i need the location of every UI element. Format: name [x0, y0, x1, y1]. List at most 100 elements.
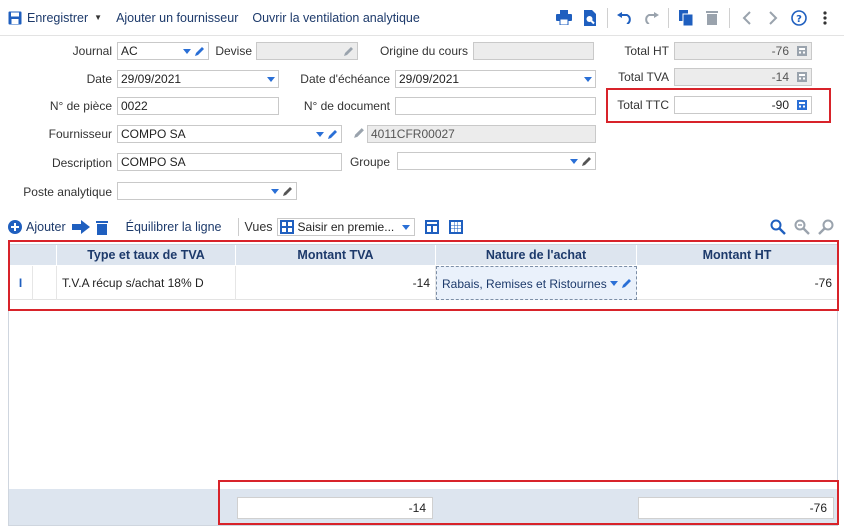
echeance-label: Date d'échéance: [300, 72, 390, 86]
total-ht-label: Total HT: [624, 44, 669, 58]
grid-layout-icon[interactable]: [448, 220, 463, 234]
footer-total-tva: -14: [237, 497, 433, 519]
save-label: Enregistrer: [27, 10, 89, 25]
column-header-nature-achat[interactable]: Nature de l'achat: [436, 245, 637, 265]
description-label: Description: [51, 156, 112, 170]
analytic-post-select[interactable]: [117, 182, 297, 200]
save-icon: [8, 11, 22, 24]
plus-circle-icon: [8, 220, 22, 234]
journal-label: Journal: [72, 44, 112, 58]
chevron-down-icon[interactable]: [271, 188, 279, 194]
views-label: Vues: [244, 220, 273, 234]
calculator-icon: [797, 46, 807, 56]
edit-pencil-icon[interactable]: [581, 156, 592, 167]
grid-footer: -14 -76: [9, 489, 837, 525]
group-select[interactable]: [397, 152, 596, 170]
column-header-montant-ht[interactable]: Montant HT: [637, 245, 837, 265]
balance-line-button[interactable]: Équilibrer la ligne: [126, 220, 222, 234]
due-date-field[interactable]: 29/09/2021: [395, 70, 596, 88]
account-edit-pencil-icon: [354, 128, 364, 138]
zoom-out-icon[interactable]: [794, 219, 810, 235]
cell-montant-tva[interactable]: -14: [236, 266, 436, 300]
grid-toolbar: Ajouter Équilibrer la ligne Vues Saisir …: [8, 214, 838, 240]
supplier-account-field: 4011CFR00027: [367, 125, 596, 143]
total-tva-field: -14: [674, 68, 812, 86]
origine-label: Origine du cours: [379, 44, 468, 58]
more-options-icon[interactable]: [814, 7, 836, 29]
edit-pencil-icon: [344, 46, 353, 56]
print-preview-icon[interactable]: [579, 7, 601, 29]
undo-icon[interactable]: [614, 7, 636, 29]
grid-header: Type et taux de TVA Montant TVA Nature d…: [9, 245, 837, 265]
add-line-button[interactable]: Ajouter: [8, 220, 66, 234]
edit-pencil-icon[interactable]: [194, 46, 205, 57]
origine-field: [473, 42, 594, 60]
arrow-right-icon[interactable]: [71, 220, 90, 234]
help-icon[interactable]: ?: [788, 7, 810, 29]
vat-lines-grid: Type et taux de TVA Montant TVA Nature d…: [8, 244, 838, 526]
edit-pencil-icon[interactable]: [282, 186, 293, 197]
document-label: N° de document: [303, 99, 390, 113]
column-header-montant-tva[interactable]: Montant TVA: [236, 245, 436, 265]
chevron-down-icon[interactable]: [183, 48, 191, 54]
toolbar-divider: [729, 7, 730, 28]
edit-pencil-icon[interactable]: [621, 278, 632, 289]
devise-field: [256, 42, 358, 60]
piece-number-field[interactable]: 0022: [117, 97, 279, 115]
document-number-field[interactable]: [395, 97, 596, 115]
toolbar-divider: [668, 7, 669, 28]
cell-montant-ht[interactable]: -76: [637, 266, 837, 300]
chevron-down-icon[interactable]: [401, 224, 410, 230]
delete-icon[interactable]: [701, 7, 723, 29]
row-spacer-cell: [33, 266, 57, 300]
chevron-down-icon[interactable]: [584, 76, 592, 82]
fournisseur-label: Fournisseur: [48, 127, 112, 141]
search-clear-icon[interactable]: [818, 219, 834, 235]
edit-pencil-icon[interactable]: [327, 129, 338, 140]
journal-select[interactable]: AC: [117, 42, 209, 60]
save-button[interactable]: Enregistrer ▼: [0, 0, 109, 35]
save-dropdown-icon[interactable]: ▼: [94, 13, 102, 22]
footer-total-ht: -76: [638, 497, 834, 519]
total-tva-label: Total TVA: [618, 70, 669, 84]
chevron-down-icon[interactable]: [570, 158, 578, 164]
row-cursor-indicator: I: [9, 266, 33, 300]
groupe-label: Groupe: [349, 155, 390, 169]
toolbar-divider: [237, 218, 239, 236]
total-ttc-label: Total TTC: [617, 98, 669, 112]
print-icon[interactable]: [553, 7, 575, 29]
cell-type-tva[interactable]: T.V.A récup s/achat 18% D: [57, 266, 236, 300]
table-row[interactable]: I T.V.A récup s/achat 18% D -14 Rabais, …: [9, 266, 837, 300]
next-icon[interactable]: [762, 7, 784, 29]
chevron-down-icon[interactable]: [610, 280, 618, 286]
description-field[interactable]: COMPO SA: [117, 153, 342, 171]
calculator-icon: [797, 72, 807, 82]
add-supplier-button[interactable]: Ajouter un fournisseur: [109, 0, 245, 35]
supplier-select[interactable]: COMPO SA: [117, 125, 342, 143]
search-icon[interactable]: [770, 219, 786, 235]
main-toolbar: Enregistrer ▼ Ajouter un fournisseur Ouv…: [0, 0, 844, 36]
redo-icon[interactable]: [640, 7, 662, 29]
chevron-down-icon[interactable]: [316, 131, 324, 137]
poste-analytique-label: Poste analytique: [23, 185, 112, 199]
chevron-down-icon[interactable]: [267, 76, 275, 82]
journal-value: AC: [121, 44, 138, 58]
svg-text:?: ?: [796, 14, 802, 25]
toolbar-divider: [607, 7, 608, 28]
devise-label: Devise: [215, 44, 252, 58]
views-select[interactable]: Saisir en premie...: [276, 218, 415, 236]
analytic-breakdown-button[interactable]: Ouvrir la ventilation analytique: [245, 0, 426, 35]
previous-icon[interactable]: [736, 7, 758, 29]
total-ttc-field[interactable]: -90: [674, 96, 812, 114]
cell-nature-achat[interactable]: Rabais, Remises et Ristournes: [436, 266, 637, 300]
total-ht-field: -76: [674, 42, 812, 60]
piece-label: N° de pièce: [49, 99, 112, 113]
date-field[interactable]: 29/09/2021: [117, 70, 279, 88]
calculator-icon[interactable]: [797, 100, 807, 110]
delete-line-icon[interactable]: [95, 220, 108, 235]
duplicate-icon[interactable]: [675, 7, 697, 29]
column-header-type-tva[interactable]: Type et taux de TVA: [57, 245, 236, 265]
date-label: Date: [86, 72, 112, 86]
column-settings-icon[interactable]: [424, 220, 439, 234]
grid-view-icon: [279, 220, 294, 234]
